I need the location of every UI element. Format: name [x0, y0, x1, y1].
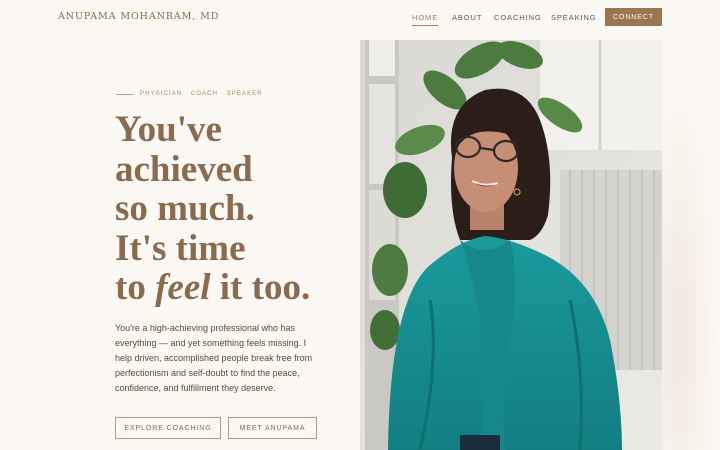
headline-pre: to — [115, 267, 156, 308]
headline-line-1: You've — [115, 109, 222, 150]
headline-line-4: It's time — [115, 227, 246, 269]
eyebrow-divider — [116, 93, 134, 95]
hero-headline: You've achieved so much. It's time to fe… — [115, 110, 310, 308]
headline-post: it too. — [210, 267, 311, 308]
hero-description: You're a high-achieving professional who… — [115, 323, 313, 393]
headline-line-3: so much. — [115, 188, 255, 229]
headline-emphasis: feel — [155, 267, 211, 308]
site-header: ANUPAMA MOHANRAM, MD HOME ABOUT COACHING… — [0, 0, 720, 36]
nav-speaking[interactable]: SPEAKING — [551, 13, 597, 22]
explore-coaching-button[interactable]: EXPLORE COACHING — [115, 417, 221, 439]
portrait-photo — [360, 40, 662, 450]
meet-anupama-button[interactable]: MEET ANUPAMA — [228, 417, 317, 439]
hero-eyebrow: PHYSICIAN · COACH · SPEAKER — [116, 89, 263, 99]
decorative-shadow — [662, 60, 720, 450]
connect-button[interactable]: CONNECT — [605, 8, 662, 26]
brand-logo[interactable]: ANUPAMA MOHANRAM, MD — [58, 11, 219, 22]
nav-coaching[interactable]: COACHING — [494, 13, 542, 22]
nav-home[interactable]: HOME — [412, 13, 439, 26]
eyebrow-text: PHYSICIAN · COACH · SPEAKER — [140, 91, 263, 97]
headline-line-2: achieved — [115, 148, 253, 190]
nav-about[interactable]: ABOUT — [452, 13, 482, 22]
portrait-illustration — [360, 40, 662, 450]
headline-line-5: to feel it too. — [115, 268, 310, 308]
